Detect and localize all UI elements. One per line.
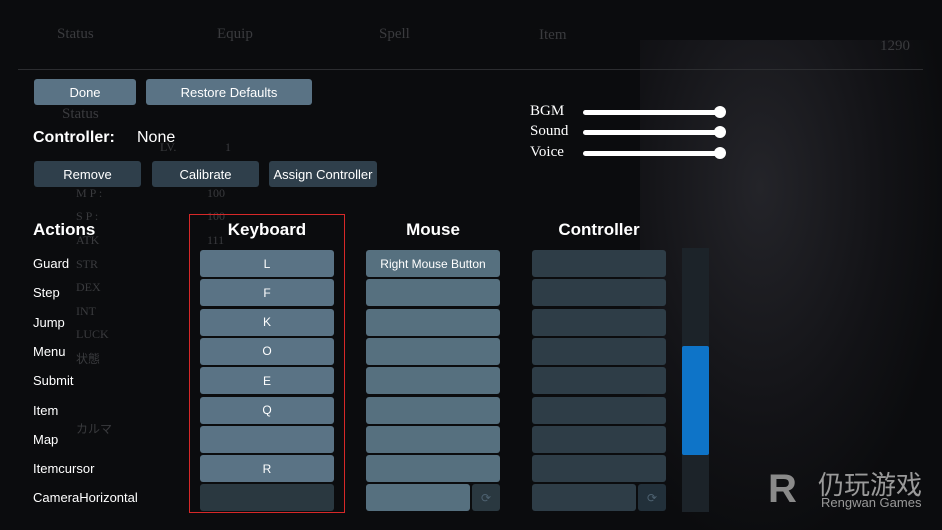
action-label: Menu: [33, 343, 66, 359]
bg-stat: 100: [207, 186, 225, 200]
watermark-logo-icon: R: [768, 467, 797, 511]
voice-slider[interactable]: [583, 151, 720, 156]
controller-binding[interactable]: [532, 425, 666, 453]
bg-tab-status: Status: [57, 26, 94, 42]
bg-stat: 状態: [76, 352, 101, 366]
bg-stat: 1: [225, 140, 231, 154]
bg-panel-title: Status: [62, 106, 99, 122]
divider: [18, 69, 923, 70]
controller-binding[interactable]: [532, 455, 666, 483]
mouse-binding[interactable]: [366, 396, 500, 424]
controller-value: None: [137, 129, 176, 146]
sound-slider-handle[interactable]: [714, 126, 726, 138]
calibrate-button[interactable]: Calibrate: [152, 161, 259, 187]
keyboard-column-highlight: [189, 214, 345, 513]
action-label: Map: [33, 431, 59, 447]
sound-label: Sound: [530, 123, 569, 139]
actions-header: Actions: [33, 220, 96, 239]
controller-binding[interactable]: [532, 279, 666, 307]
bg-tab-spell: Spell: [379, 26, 410, 42]
bg-stat: LUCK: [76, 327, 109, 341]
bg-stat: STR: [76, 257, 99, 271]
scrollbar[interactable]: [682, 248, 709, 512]
bgm-slider[interactable]: [583, 110, 720, 115]
bg-tab-item: Item: [539, 27, 567, 43]
controller-binding[interactable]: [532, 250, 666, 277]
bg-stat: INT: [76, 304, 96, 318]
mouse-binding[interactable]: [366, 367, 500, 395]
mouse-binding[interactable]: [366, 425, 500, 453]
action-label: Item: [33, 402, 59, 418]
scrollbar-thumb[interactable]: [682, 345, 709, 455]
controller-binding[interactable]: [532, 337, 666, 365]
remove-button[interactable]: Remove: [34, 161, 141, 187]
done-button[interactable]: Done: [34, 79, 136, 105]
controller-binding[interactable]: [532, 396, 666, 424]
action-label: CameraHorizontal: [33, 490, 138, 506]
bg-stat: DEX: [76, 280, 101, 294]
controller-binding[interactable]: [532, 484, 636, 512]
bg-stat: M P :: [76, 186, 103, 200]
controller-header: Controller: [558, 220, 640, 239]
controller-binding[interactable]: [532, 367, 666, 395]
bg-gold: 1290: [880, 38, 910, 54]
mouse-binding[interactable]: [366, 455, 500, 483]
assign-controller-button[interactable]: Assign Controller: [269, 161, 377, 187]
controller-binding[interactable]: [532, 308, 666, 336]
action-label: Submit: [33, 373, 74, 389]
mouse-binding[interactable]: Right Mouse Button: [366, 250, 500, 277]
voice-slider-handle[interactable]: [714, 147, 726, 159]
bg-tab-equip: Equip: [217, 26, 253, 42]
action-label: Guard: [33, 256, 70, 271]
mouse-binding[interactable]: [366, 279, 500, 307]
invert-controller-icon[interactable]: ⟳: [638, 484, 666, 512]
action-label: Jump: [33, 314, 65, 330]
action-label: Itemcursor: [33, 461, 95, 477]
invert-mouse-icon[interactable]: ⟳: [472, 484, 500, 512]
action-label: Step: [33, 285, 60, 301]
mouse-header: Mouse: [406, 220, 460, 239]
sound-slider[interactable]: [583, 130, 720, 135]
bg-stat: カルマ: [76, 422, 113, 436]
restore-defaults-button[interactable]: Restore Defaults: [146, 79, 312, 105]
controller-label: Controller:: [33, 129, 115, 146]
watermark-en: Rengwan Games: [821, 495, 922, 510]
bgm-label: BGM: [530, 103, 565, 119]
mouse-binding[interactable]: [366, 484, 470, 512]
voice-label: Voice: [530, 144, 564, 160]
bgm-slider-handle[interactable]: [714, 106, 726, 118]
mouse-binding[interactable]: [366, 337, 500, 365]
mouse-binding[interactable]: [366, 308, 500, 336]
